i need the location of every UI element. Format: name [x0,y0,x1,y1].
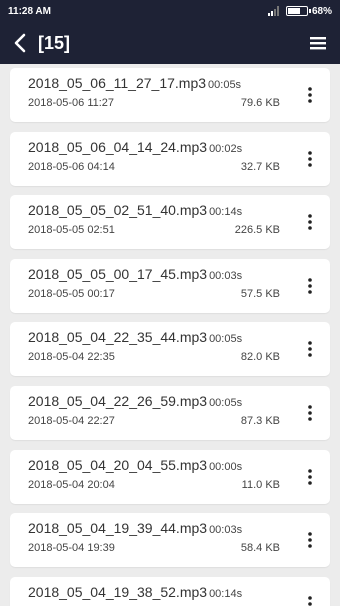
recorded-date: 2018-05-06 11:27 [28,97,115,109]
file-name: 2018_05_05_00_17_45.mp3 [28,265,208,282]
recorded-date: 2018-05-04 19:39 [28,542,115,555]
recording-item[interactable]: 2018_05_06_11_27_17.mp3 00:05s 2018-05-0… [10,68,330,122]
hamburger-menu-icon [310,37,326,50]
recording-item[interactable]: 2018_05_04_20_04_55.mp3 00:00s 2018-05-0… [10,449,330,504]
file-name: 2018_05_05_02_51_40.mp3 [28,202,208,219]
recorded-date: 2018-05-05 00:17 [28,287,115,300]
battery-icon [285,6,311,16]
more-options-button[interactable] [290,577,330,606]
menu-button[interactable] [304,22,332,64]
battery-percent: 68% [311,5,332,17]
recording-info: 2018_05_04_19_39_44.mp3 00:03s 2018-05-0… [10,513,290,567]
file-name: 2018_05_06_11_27_17.mp3 [28,75,207,91]
file-name: 2018_05_04_22_26_59.mp3 [28,392,208,409]
duration: 00:05s [209,333,243,346]
recorded-date: 2018-05-04 22:35 [28,351,115,364]
app-bar: [15] [0,22,340,64]
more-options-button[interactable] [290,386,330,440]
recording-info: 2018_05_06_11_27_17.mp3 00:05s 2018-05-0… [10,68,290,122]
recording-info: 2018_05_04_22_26_59.mp3 00:05s 2018-05-0… [10,386,290,440]
back-button[interactable] [6,22,34,64]
recording-info: 2018_05_04_19_38_52.mp3 00:14s [10,577,290,606]
recording-item[interactable]: 2018_05_05_00_17_45.mp3 00:03s 2018-05-0… [10,258,330,313]
recorded-date: 2018-05-04 20:04 [28,478,115,491]
file-name: 2018_05_04_22_35_44.mp3 [28,329,208,346]
more-vertical-icon [308,341,312,358]
duration: 00:05s [208,79,242,91]
duration: 00:05s [209,396,243,409]
more-options-button[interactable] [290,513,330,567]
status-indicators: 68% [267,5,332,17]
duration: 00:03s [209,269,243,282]
recording-item[interactable]: 2018_05_04_19_39_44.mp3 00:03s 2018-05-0… [10,513,330,568]
file-size: 87.3 KB [240,414,280,427]
file-size: 226.5 KB [234,224,280,237]
more-vertical-icon [308,87,312,103]
recording-item[interactable]: 2018_05_05_02_51_40.mp3 00:14s 2018-05-0… [10,195,330,250]
more-vertical-icon [308,277,312,294]
file-size: 58.4 KB [240,542,280,555]
more-options-button[interactable] [290,259,330,313]
recorded-date: 2018-05-05 02:51 [28,224,115,237]
more-options-button[interactable] [290,450,330,504]
recording-item[interactable]: 2018_05_04_22_35_44.mp3 00:05s 2018-05-0… [10,322,330,377]
duration: 00:00s [209,460,243,473]
recording-info: 2018_05_06_04_14_24.mp3 00:02s 2018-05-0… [10,132,290,186]
file-size: 82.0 KB [240,351,280,364]
duration: 00:03s [209,524,243,537]
chevron-left-icon [14,33,26,53]
recording-item[interactable]: 2018_05_06_04_14_24.mp3 00:02s 2018-05-0… [10,131,330,186]
duration: 00:14s [209,206,243,219]
signal-icon [267,6,279,16]
more-vertical-icon [308,405,312,421]
recording-info: 2018_05_04_20_04_55.mp3 00:00s 2018-05-0… [10,450,290,504]
file-size: 11.0 KB [241,478,280,491]
more-options-button[interactable] [290,68,330,122]
file-size: 57.5 KB [240,287,280,300]
file-size: 32.7 KB [240,160,280,173]
file-size: 79.6 KB [240,97,280,109]
more-vertical-icon [308,532,312,548]
recording-info: 2018_05_05_00_17_45.mp3 00:03s 2018-05-0… [10,259,290,313]
recorded-date: 2018-05-04 22:27 [28,414,115,427]
file-name: 2018_05_06_04_14_24.mp3 [28,138,208,155]
file-name: 2018_05_04_20_04_55.mp3 [28,456,208,473]
duration: 00:14s [209,587,243,600]
recording-list: 2018_05_06_11_27_17.mp3 00:05s 2018-05-0… [0,64,340,606]
recording-item[interactable]: 2018_05_04_19_38_52.mp3 00:14s [10,576,330,606]
more-options-button[interactable] [290,132,330,186]
file-name: 2018_05_04_19_38_52.mp3 [28,583,208,600]
more-vertical-icon [308,595,312,606]
recorded-date: 2018-05-06 04:14 [28,160,115,173]
page-title: [15] [38,32,71,53]
recording-info: 2018_05_04_22_35_44.mp3 00:05s 2018-05-0… [10,322,290,376]
more-vertical-icon [308,150,312,167]
more-options-button[interactable] [290,322,330,376]
duration: 00:02s [209,142,243,155]
more-vertical-icon [308,468,312,485]
status-bar: 11:28 AM 68% [0,0,340,22]
more-vertical-icon [308,214,312,230]
status-time: 11:28 AM [8,5,51,17]
more-options-button[interactable] [290,195,330,249]
recording-info: 2018_05_05_02_51_40.mp3 00:14s 2018-05-0… [10,195,290,249]
file-name: 2018_05_04_19_39_44.mp3 [28,520,208,537]
recording-item[interactable]: 2018_05_04_22_26_59.mp3 00:05s 2018-05-0… [10,385,330,440]
